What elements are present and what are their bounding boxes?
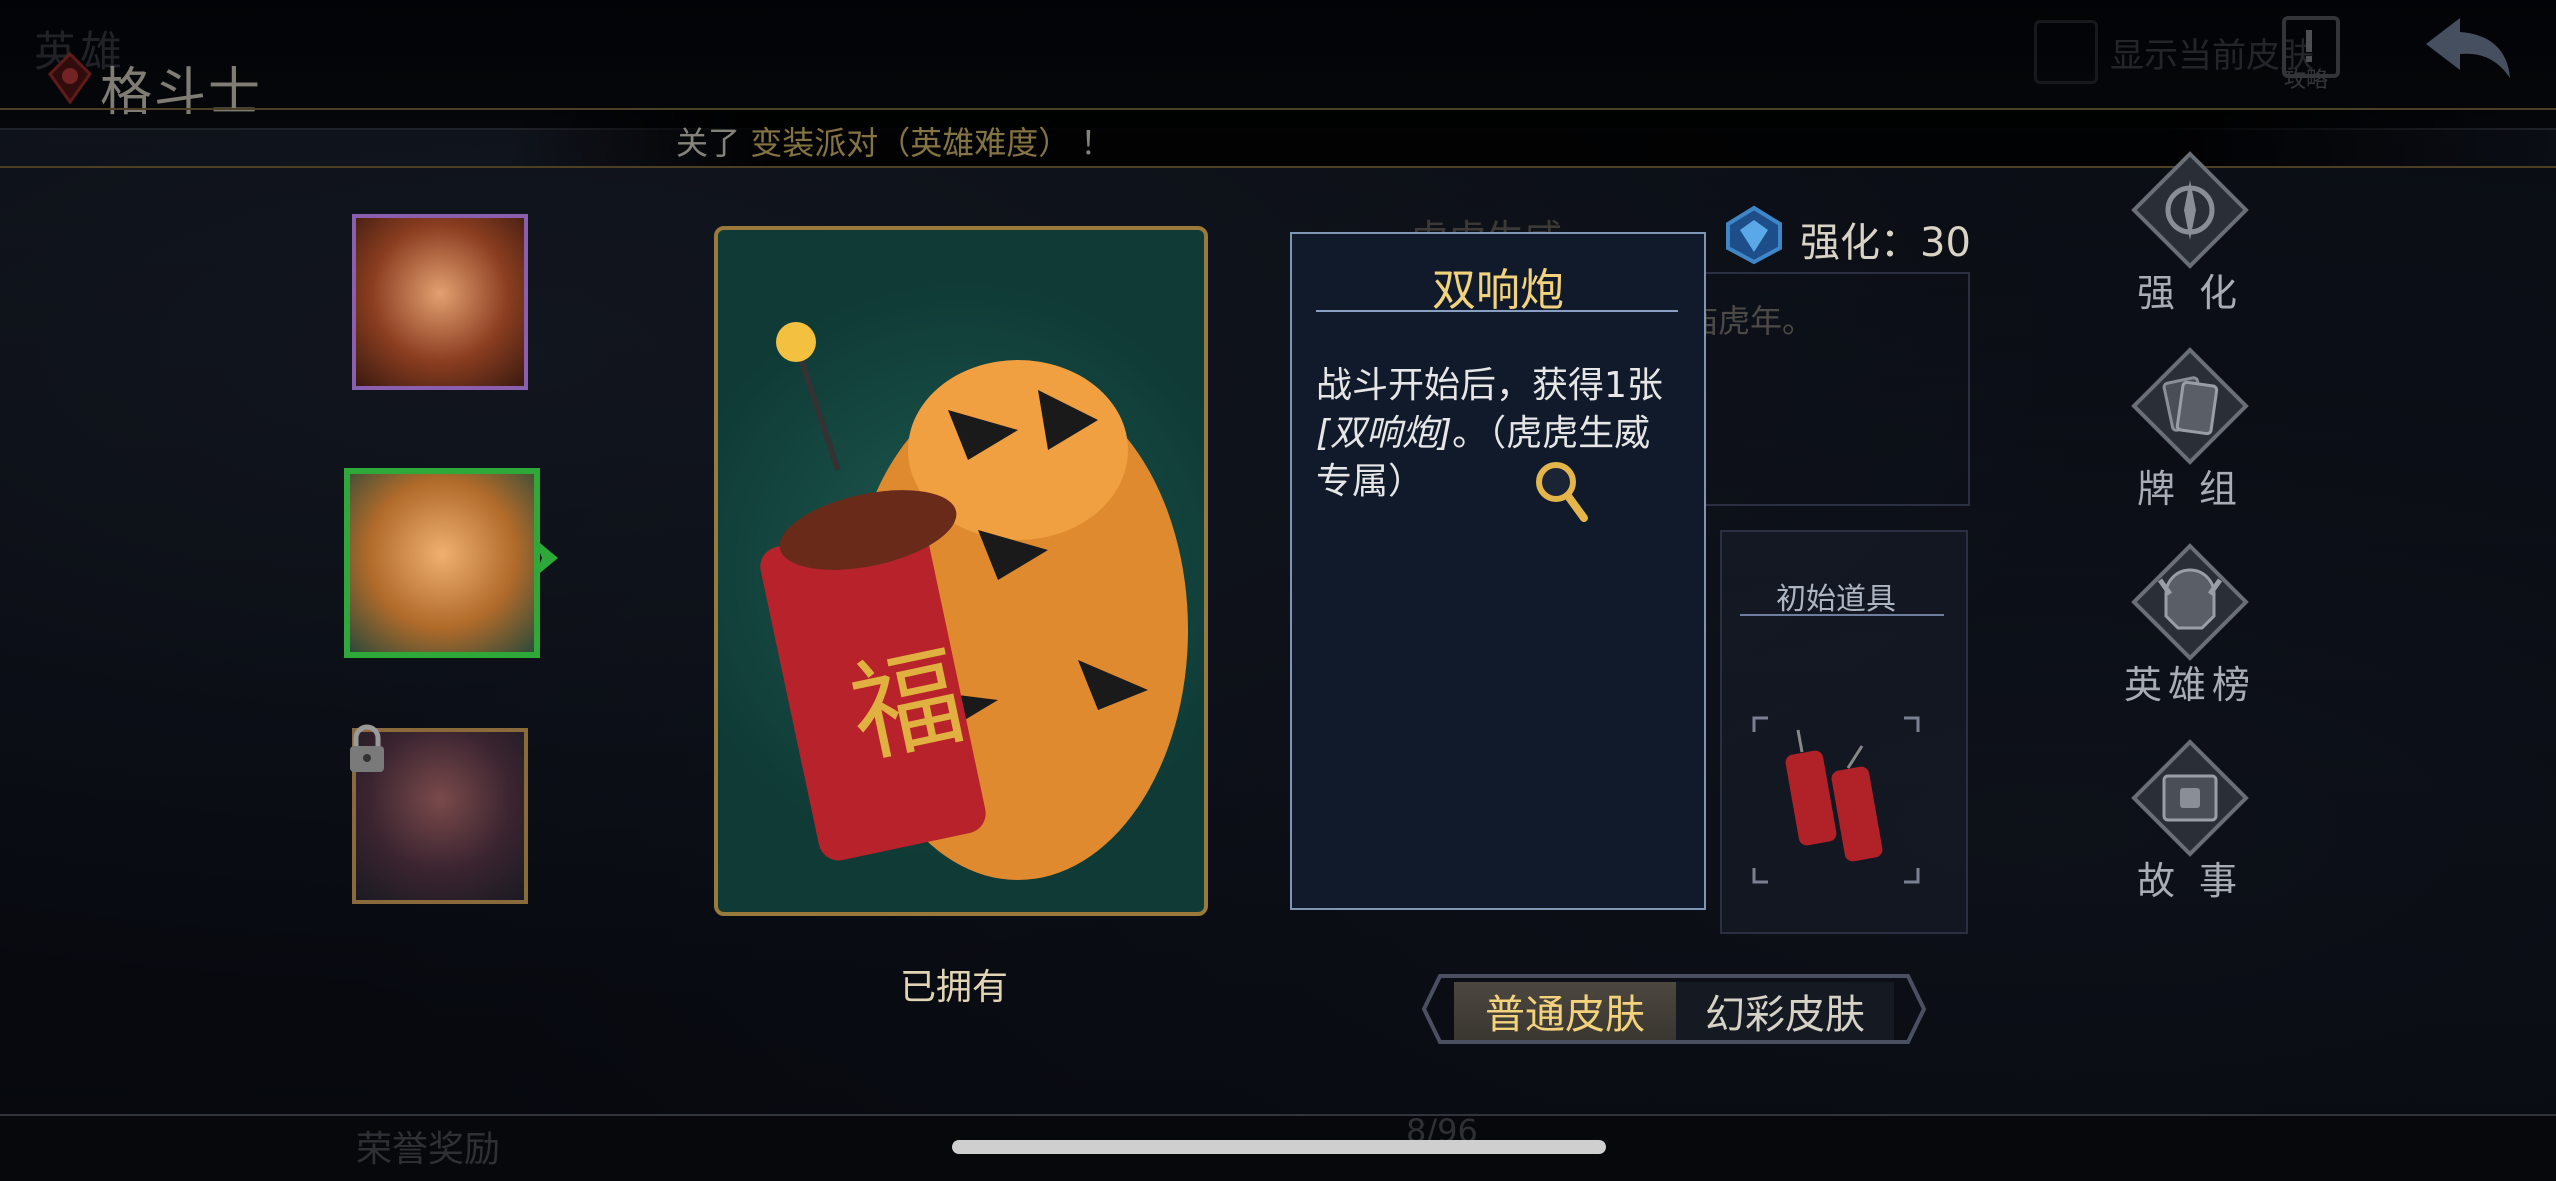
side-button-story[interactable]: 故 事 [2120, 738, 2260, 918]
starting-item-title: 初始道具 [1776, 582, 1896, 617]
upgrade-gem-icon [1726, 205, 1782, 265]
side-button-leaderboard[interactable]: 英雄榜 [2120, 542, 2260, 722]
side-label-story: 故 事 [2136, 859, 2244, 903]
divider [1740, 614, 1944, 616]
tooltip-title: 双响炮 [1432, 265, 1564, 316]
tooltip-card-link[interactable]: [双响炮] [1316, 413, 1452, 454]
compass-icon [2131, 151, 2249, 269]
cards-icon [2131, 347, 2249, 465]
selected-arrow-icon [534, 538, 558, 578]
hero-portrait-red-mask[interactable] [352, 214, 528, 390]
tooltip-text: 战斗开始后，获得1张[双响炮]。（虎虎生威专属） [1316, 362, 1686, 506]
tab-normal-skin[interactable]: 普通皮肤 [1454, 982, 1676, 1040]
side-button-deck[interactable]: 牌 组 [2120, 346, 2260, 526]
hero-portrait-tiger[interactable] [344, 468, 540, 658]
side-label-deck: 牌 组 [2136, 467, 2244, 511]
lock-icon [350, 724, 384, 772]
owned-label: 已拥有 [900, 967, 1009, 1008]
book-icon [2131, 739, 2249, 857]
tab-color-skin[interactable]: 幻彩皮肤 [1676, 982, 1894, 1040]
card-tooltip-popup: 双响炮 战斗开始后，获得1张[双响炮]。（虎虎生威专属） [1290, 232, 1706, 910]
helmet-icon [2131, 543, 2249, 661]
tooltip-text-a: 战斗开始后，获得1张 [1316, 365, 1663, 406]
side-button-upgrade[interactable]: 强 化 [2120, 150, 2260, 330]
magnifier-icon[interactable] [1534, 460, 1590, 524]
tiger-firecracker-art: 福 [760, 322, 1188, 880]
firecracker-item-icon[interactable] [1752, 716, 1920, 884]
home-indicator[interactable] [952, 1140, 1606, 1154]
honor-reward-ghost: 荣誉奖励 [356, 1129, 501, 1170]
side-label-upgrade: 强 化 [2136, 271, 2244, 315]
upgrade-level: 强化：30 [1800, 220, 1971, 266]
side-label-leaderboard: 英雄榜 [2123, 663, 2256, 707]
tooltip-divider [1316, 310, 1678, 312]
skin-card-art[interactable]: 福 [714, 226, 1208, 916]
